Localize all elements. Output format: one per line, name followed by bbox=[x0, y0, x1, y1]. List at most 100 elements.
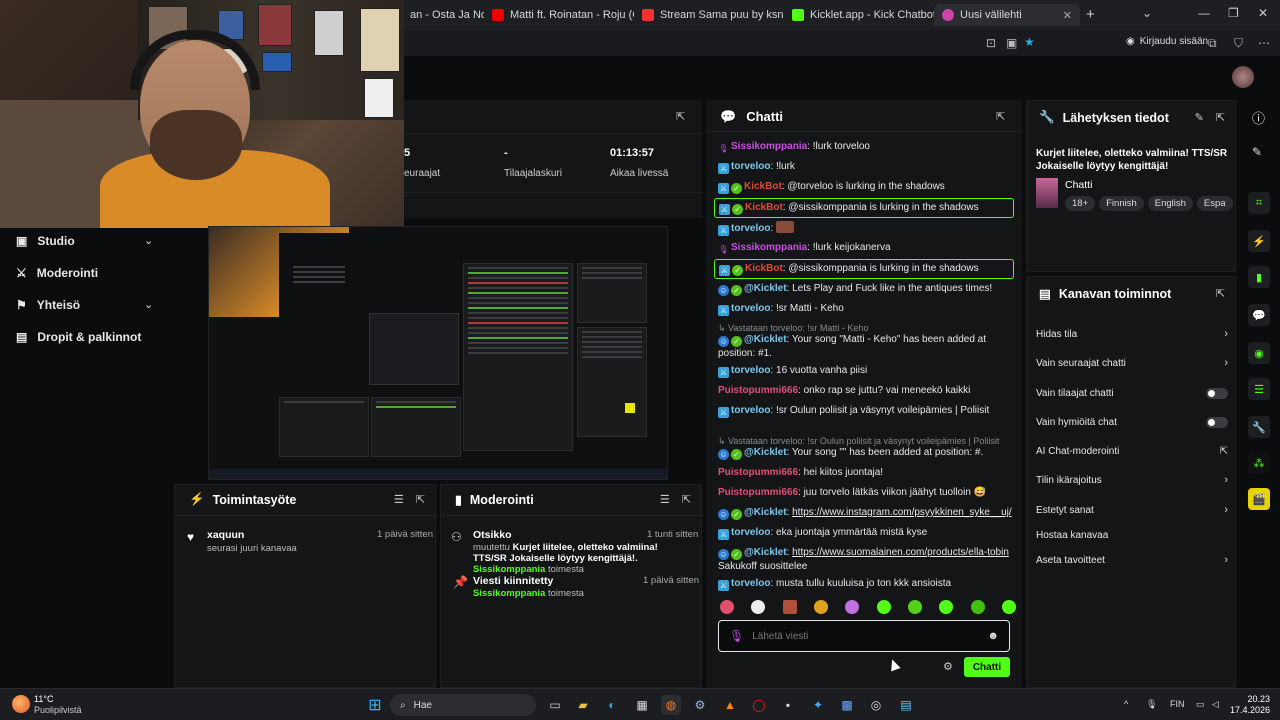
tag-pill[interactable]: Espa bbox=[1196, 196, 1233, 211]
app-icon[interactable]: ▩ bbox=[837, 695, 857, 715]
toggle-switch[interactable] bbox=[1206, 416, 1228, 428]
emote-icon[interactable] bbox=[970, 600, 985, 614]
emote-icon[interactable] bbox=[876, 600, 891, 614]
menu-icon[interactable]: ⋯ bbox=[1258, 36, 1270, 50]
tag-pill[interactable]: Finnish bbox=[1099, 196, 1144, 211]
chat-username[interactable]: torveloo bbox=[731, 303, 770, 314]
emote-icon[interactable] bbox=[751, 600, 766, 614]
clock-date[interactable]: 17.4.2026 bbox=[1220, 705, 1270, 715]
chat-message[interactable]: ⚔ torveloo: !sr Oulun poliisit ja väsynyt… bbox=[718, 404, 1014, 418]
sidebar-item-moderointi[interactable]: ⚔ Moderointi bbox=[16, 262, 98, 284]
emote-icon[interactable] bbox=[813, 600, 828, 614]
tray-expand-icon[interactable]: ^ bbox=[1124, 699, 1128, 709]
emote-icon[interactable] bbox=[1001, 600, 1016, 614]
emote-icon[interactable] bbox=[845, 600, 860, 614]
browser-tab[interactable]: Kicklet.app - Kick Chatbot and C✕ bbox=[784, 4, 934, 26]
chat-username[interactable]: @Kicklet bbox=[744, 447, 787, 458]
popout-icon[interactable]: ⇱ bbox=[1216, 111, 1225, 124]
channel-action-item[interactable]: Vain hymiöitä chat bbox=[1036, 413, 1228, 431]
category-name[interactable]: Chatti bbox=[1065, 179, 1092, 191]
chat-username[interactable]: @Kicklet bbox=[744, 547, 787, 558]
channel-action-item[interactable]: Hidas tila › bbox=[1036, 325, 1228, 343]
clock-time[interactable]: 20.23 bbox=[1234, 694, 1270, 704]
chat-username[interactable]: torveloo bbox=[731, 161, 770, 172]
chat-username[interactable]: torveloo bbox=[731, 223, 770, 234]
browser-tab[interactable]: an - Osta Ja Noi bbox=[402, 4, 484, 26]
chat-username[interactable]: Sissikomppania bbox=[731, 141, 807, 152]
info-icon[interactable]: ⓘ bbox=[1252, 108, 1265, 127]
windows-start-icon[interactable]: ⊞ bbox=[365, 695, 385, 715]
vlc-icon[interactable]: ▲ bbox=[720, 695, 740, 715]
extensions-icon[interactable]: ⧉ bbox=[1208, 36, 1217, 51]
chat-message[interactable]: Puistopummi666: onko rap se juttu? vai m… bbox=[718, 384, 1014, 397]
opera-icon[interactable]: ◯ bbox=[749, 695, 769, 715]
activity-user[interactable]: xaquun bbox=[207, 529, 244, 541]
channel-action-item[interactable]: Vain tilaajat chatti bbox=[1036, 384, 1228, 402]
channel-action-item[interactable]: AI Chat-moderointi ⇱ bbox=[1036, 442, 1228, 460]
chat-username[interactable]: KickBot bbox=[745, 202, 783, 213]
tag-pill[interactable]: 18+ bbox=[1065, 196, 1096, 211]
category-thumbnail[interactable] bbox=[1036, 178, 1058, 208]
chat-username[interactable]: Puistopummi666 bbox=[718, 467, 798, 478]
chevron-down-icon[interactable]: ⌄ bbox=[144, 298, 153, 311]
sidebar-item-studio[interactable]: ▣ Studio bbox=[16, 230, 75, 252]
chat-message[interactable]: 🎙 Sissikomppania: !lurk keijokanerva bbox=[718, 241, 1014, 255]
chat-message[interactable]: ☺ ✓ @Kicklet: Lets Play and Fuck like in t… bbox=[718, 282, 1014, 296]
chat-username[interactable]: Sissikomppania bbox=[731, 242, 807, 253]
chat-username[interactable]: KickBot bbox=[745, 263, 783, 274]
chat-username[interactable]: @Kicklet bbox=[744, 283, 787, 294]
emote-icon[interactable] bbox=[907, 600, 922, 614]
channel-action-item[interactable]: Estetyt sanat › bbox=[1036, 501, 1228, 519]
chat-input-box[interactable]: 🎙 ☻ bbox=[718, 620, 1010, 652]
chat-message[interactable]: ☺ ✓ @Kicklet: https://www.instagram.com/ps… bbox=[718, 506, 1014, 520]
new-tab-button[interactable]: + bbox=[1086, 6, 1095, 23]
store-icon[interactable]: ▦ bbox=[632, 695, 652, 715]
send-chat-button[interactable]: Chatti bbox=[964, 657, 1010, 677]
channel-action-item[interactable]: Aseta tavoitteet › bbox=[1036, 551, 1228, 569]
shapes-icon[interactable]: ⁂ bbox=[1248, 452, 1270, 474]
popout-icon[interactable]: ⇱ bbox=[996, 110, 1005, 123]
channel-action-item[interactable]: Tilin ikärajoitus › bbox=[1036, 471, 1228, 489]
mic-icon[interactable]: 🎙 bbox=[1146, 699, 1157, 710]
avatar[interactable] bbox=[1232, 66, 1254, 88]
chat-message[interactable]: ⚔ torveloo: !sr Matti - Keho bbox=[718, 302, 1014, 316]
language-indicator[interactable]: FIN bbox=[1170, 699, 1185, 709]
chat-username[interactable]: torveloo bbox=[731, 365, 770, 376]
chat-username[interactable]: torveloo bbox=[731, 527, 770, 538]
gear-icon[interactable]: ⚙ bbox=[943, 660, 953, 673]
channel-action-item[interactable]: Hostaa kanavaa bbox=[1036, 526, 1228, 544]
app-icon[interactable]: ✦ bbox=[808, 695, 828, 715]
chat-message[interactable]: ⚔ torveloo: musta tullu kuuluisa jo ton k… bbox=[718, 577, 1014, 591]
chat-message[interactable]: ⚔ ✓ KickBot: @torveloo is lurking in the s… bbox=[718, 180, 1014, 194]
volume-icon[interactable]: ◁ bbox=[1212, 699, 1219, 710]
chat-link[interactable]: https://www.suomalainen.com/products/ell… bbox=[792, 547, 1009, 558]
weather-icon[interactable] bbox=[12, 695, 30, 713]
favorite-star-icon[interactable]: ★ bbox=[1024, 35, 1035, 49]
broadcast-icon[interactable]: ◉ bbox=[1248, 342, 1270, 364]
filter-icon[interactable]: ☰ bbox=[660, 493, 670, 506]
sidebar-item-dropit[interactable]: ▤ Dropit & palkinnot bbox=[16, 326, 141, 348]
close-window-button[interactable]: ✕ bbox=[1258, 6, 1268, 20]
chat-link[interactable]: https://www.instagram.com/psyykkinen_syk… bbox=[792, 507, 1012, 518]
chat-message[interactable]: Puistopummi666: hei kiitos juontaja! bbox=[718, 466, 1014, 479]
emoji-icon[interactable]: ☻ bbox=[987, 630, 999, 642]
popout-icon[interactable]: ⇱ bbox=[676, 110, 685, 123]
edit-icon[interactable]: ✎ bbox=[1195, 111, 1204, 124]
popout-icon[interactable]: ⇱ bbox=[682, 493, 691, 506]
close-icon[interactable]: ✕ bbox=[1063, 9, 1072, 22]
emote-icon[interactable] bbox=[782, 600, 797, 614]
tab-list-icon[interactable]: ⌄ bbox=[1142, 6, 1152, 20]
chat-username[interactable]: Puistopummi666 bbox=[718, 487, 798, 498]
browser-tab-active[interactable]: Uusi välilehti ✕ bbox=[934, 4, 1080, 26]
notepad-icon[interactable]: ▤ bbox=[896, 695, 916, 715]
chat-username[interactable]: torveloo bbox=[731, 405, 770, 416]
chat-message[interactable]: 🎙 Sissikomppania: !lurk torveloo bbox=[718, 140, 1014, 154]
popout-icon[interactable]: ⇱ bbox=[416, 493, 425, 506]
stack-icon[interactable]: ☰ bbox=[1248, 378, 1270, 400]
chat-message[interactable]: ⚔ torveloo: bbox=[718, 221, 1014, 236]
maximize-button[interactable]: ❐ bbox=[1228, 6, 1239, 20]
clapper-icon[interactable]: 🎬 bbox=[1248, 488, 1270, 510]
document-icon[interactable]: ▮ bbox=[1248, 266, 1270, 288]
filter-icon[interactable]: ☰ bbox=[394, 493, 404, 506]
channel-action-item[interactable]: Vain seuraajat chatti › bbox=[1036, 354, 1228, 372]
